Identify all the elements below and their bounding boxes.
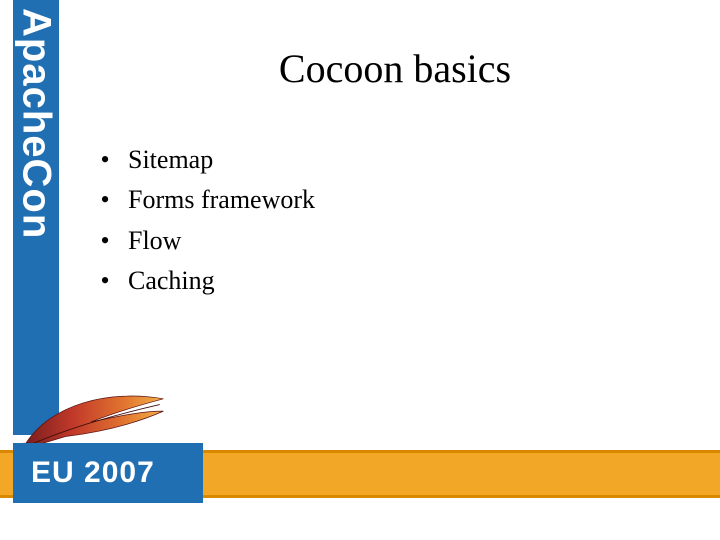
- brand-vertical-text: ApacheCon: [14, 8, 59, 239]
- list-item: • Caching: [100, 261, 315, 301]
- slide-title: Cocoon basics: [100, 45, 690, 92]
- bullet-text: Sitemap: [128, 140, 213, 180]
- brand-vertical-bar: ApacheCon: [13, 0, 59, 435]
- bullet-dot-icon: •: [100, 140, 110, 180]
- slide: ApacheCon Cocoon basics • Sitemap • Form…: [0, 0, 720, 540]
- footer-eu-block: EU 2007: [13, 443, 203, 503]
- list-item: • Sitemap: [100, 140, 315, 180]
- bullet-text: Forms framework: [128, 180, 315, 220]
- bullet-dot-icon: •: [100, 261, 110, 301]
- bullet-text: Flow: [128, 221, 181, 261]
- footer-eu-label: EU 2007: [31, 456, 155, 490]
- bullet-dot-icon: •: [100, 221, 110, 261]
- bullet-text: Caching: [128, 261, 215, 301]
- bullet-dot-icon: •: [100, 180, 110, 220]
- list-item: • Forms framework: [100, 180, 315, 220]
- list-item: • Flow: [100, 221, 315, 261]
- bullet-list: • Sitemap • Forms framework • Flow • Cac…: [100, 140, 315, 301]
